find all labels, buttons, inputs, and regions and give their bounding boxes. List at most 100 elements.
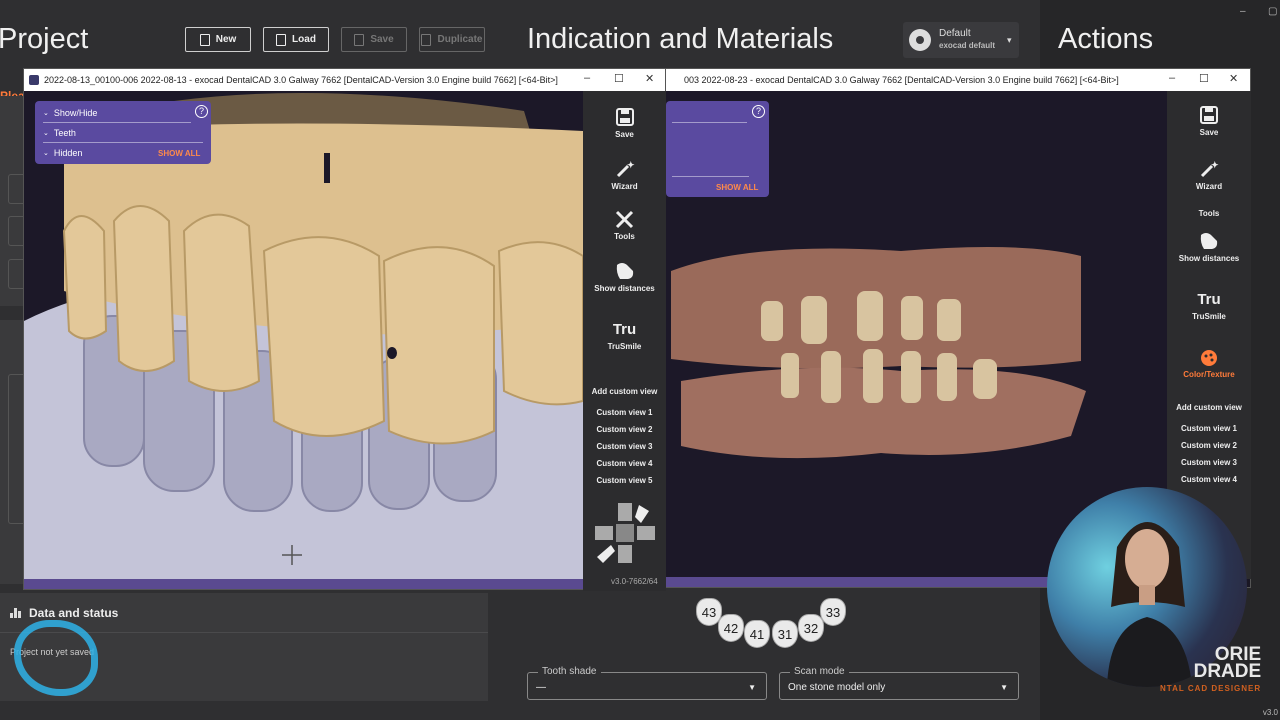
custom-view-2[interactable]: Custom view 2 <box>1167 441 1251 450</box>
custom-view-4[interactable]: Custom view 4 <box>1167 475 1251 484</box>
add-custom-view-button[interactable]: Add custom view <box>583 387 666 396</box>
data-panel-title: Data and status <box>29 605 119 620</box>
window-titlebar[interactable]: 2022-08-13_00100-006 2022-08-13 - exocad… <box>24 69 665 91</box>
custom-view-3[interactable]: Custom view 3 <box>1167 458 1251 467</box>
project-form-strip <box>0 96 24 306</box>
duplicate-button[interactable]: Duplicate <box>419 27 485 52</box>
show-all-link[interactable]: SHOW ALL <box>158 149 200 158</box>
custom-view-2[interactable]: Custom view 2 <box>583 425 666 434</box>
tooth-distance-icon <box>614 261 636 281</box>
trusmile-button[interactable]: Tru TruSmile <box>583 319 666 352</box>
brand-watermark: ORIE DRADE NTAL CAD DESIGNER <box>1160 644 1262 693</box>
show-hide-panel: ? SHOW ALL <box>666 101 769 197</box>
save-project-button[interactable]: Save <box>341 27 407 52</box>
tooth-33[interactable]: 33 <box>820 598 846 626</box>
tooth-shade-select[interactable]: Tooth shade — ▼ <box>527 666 767 700</box>
chart-icon <box>10 607 21 618</box>
wizard-button[interactable]: ✦ Wizard <box>1167 159 1251 191</box>
form-field[interactable] <box>8 174 24 204</box>
trusmile-button[interactable]: Tru TruSmile <box>1167 289 1251 322</box>
show-all-link[interactable]: SHOW ALL <box>716 183 758 192</box>
gear-icon <box>909 29 931 51</box>
app-version: v3.0 <box>1262 708 1278 717</box>
window-status-bar <box>24 579 583 589</box>
help-icon[interactable]: ? <box>752 105 765 118</box>
dental-model-render <box>24 91 583 579</box>
version-label: v3.0-7662/64 <box>611 577 658 586</box>
chevron-down-icon: ▼ <box>1000 683 1008 692</box>
chevron-down-icon: ⌄ <box>43 129 49 137</box>
save-icon <box>614 107 636 127</box>
new-button[interactable]: New <box>185 27 251 52</box>
custom-view-3[interactable]: Custom view 3 <box>583 442 666 451</box>
notes-strip <box>0 320 24 584</box>
custom-view-1[interactable]: Custom view 1 <box>583 408 666 417</box>
show-hide-row[interactable]: ⌄ Show/Hide <box>43 103 191 123</box>
right-toolbar: Save ✦ Wizard Tools Show distances Tru T… <box>583 91 666 591</box>
tooth-chart[interactable]: 43 42 41 31 32 33 <box>690 586 880 648</box>
tooth-32[interactable]: 32 <box>798 614 824 642</box>
color-texture-button[interactable]: Color/Texture <box>1167 347 1251 379</box>
svg-text:✦: ✦ <box>627 160 635 170</box>
maximize-icon[interactable]: ☐ <box>614 72 624 85</box>
form-field[interactable] <box>8 259 24 289</box>
chevron-down-icon: ⌄ <box>43 150 49 157</box>
folder-icon <box>276 33 287 46</box>
exocad-app-icon <box>29 75 39 85</box>
project-title: Project <box>0 23 89 55</box>
maximize-icon[interactable]: ☐ <box>1199 72 1209 85</box>
chevron-down-icon: ▼ <box>748 683 756 692</box>
magic-wand-icon: ✦ <box>614 159 636 179</box>
save-button[interactable]: Save <box>1167 105 1251 137</box>
chevron-down-icon: ▾ <box>1007 34 1012 45</box>
show-hide-panel: ⌄ Show/Hide ? ⌄ Teeth ⌄ Hidden SHOW ALL <box>35 101 211 164</box>
trusmile-icon: Tru <box>1197 290 1221 308</box>
minimize-icon[interactable]: – <box>1169 72 1175 84</box>
notes-field[interactable] <box>8 374 24 524</box>
actions-title: Actions <box>1058 23 1154 55</box>
profile-selector[interactable]: Default exocad default ▾ <box>903 22 1019 58</box>
close-icon[interactable]: ✕ <box>645 72 654 85</box>
duplicate-icon <box>421 33 432 46</box>
view-cube-icon[interactable] <box>591 501 659 567</box>
save-button[interactable]: Save <box>583 107 666 139</box>
help-icon[interactable]: ? <box>195 105 208 118</box>
profile-sub: exocad default <box>939 41 996 50</box>
close-icon[interactable]: ✕ <box>1229 72 1238 85</box>
tooth-42[interactable]: 42 <box>718 614 744 642</box>
window-titlebar[interactable]: 003 2022-08-23 - exocad DentalCAD 3.0 Ga… <box>601 69 1250 91</box>
teeth-row[interactable]: ⌄ Teeth <box>43 123 203 143</box>
trusmile-icon: Tru <box>612 320 637 338</box>
hammer-wrench-icon <box>614 209 636 229</box>
minimize-icon[interactable]: – <box>1240 6 1246 17</box>
chevron-down-icon: ⌄ <box>43 109 49 117</box>
tooth-distance-icon <box>1198 231 1220 251</box>
load-button[interactable]: Load <box>263 27 329 52</box>
form-field[interactable] <box>8 216 24 246</box>
custom-view-1[interactable]: Custom view 1 <box>1167 424 1251 433</box>
tooth-41[interactable]: 41 <box>744 620 770 648</box>
3d-viewport[interactable] <box>24 91 583 579</box>
custom-view-4[interactable]: Custom view 4 <box>583 459 666 468</box>
minimize-icon[interactable]: – <box>584 72 590 84</box>
show-distances-button[interactable]: Show distances <box>583 261 666 293</box>
scan-mode-select[interactable]: Scan mode One stone model only ▼ <box>779 666 1019 700</box>
svg-text:✦: ✦ <box>1211 160 1219 170</box>
exocad-window-left: 2022-08-13_00100-006 2022-08-13 - exocad… <box>23 68 666 591</box>
save-icon <box>1198 105 1220 125</box>
profile-label: Default <box>939 28 971 39</box>
new-file-icon <box>199 33 210 46</box>
magic-wand-icon: ✦ <box>1198 159 1220 179</box>
wizard-button[interactable]: ✦ Wizard <box>583 159 666 191</box>
custom-view-5[interactable]: Custom view 5 <box>583 476 666 485</box>
maximize-icon[interactable]: ▢ <box>1268 6 1277 17</box>
window-title: 2022-08-13_00100-006 2022-08-13 - exocad… <box>44 75 558 85</box>
palette-icon <box>1198 347 1220 367</box>
indication-title: Indication and Materials <box>527 23 834 55</box>
tools-button[interactable]: Tools <box>583 209 666 241</box>
add-custom-view-button[interactable]: Add custom view <box>1167 403 1251 412</box>
tools-button[interactable]: Tools <box>1167 209 1251 218</box>
show-distances-button[interactable]: Show distances <box>1167 231 1251 263</box>
tooth-31[interactable]: 31 <box>772 620 798 648</box>
window-title: 003 2022-08-23 - exocad DentalCAD 3.0 Ga… <box>684 75 1119 85</box>
